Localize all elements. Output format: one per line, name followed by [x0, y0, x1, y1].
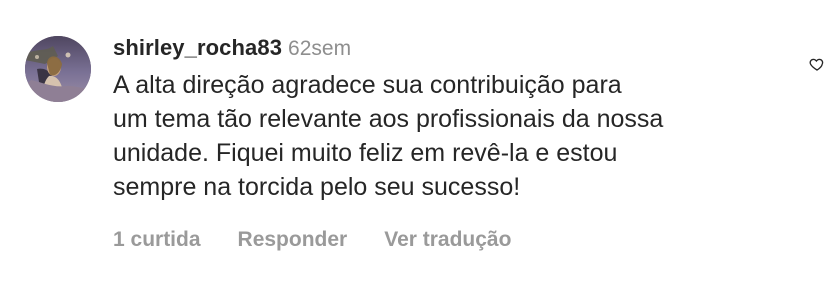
- avatar[interactable]: [25, 36, 91, 102]
- likes-count-button[interactable]: 1 curtida: [113, 228, 201, 252]
- reply-button[interactable]: Responder: [238, 228, 348, 252]
- comment-header: shirley_rocha83 62sem: [113, 32, 813, 64]
- timestamp: 62sem: [288, 37, 352, 60]
- comment-content: shirley_rocha83 62sem A alta direção agr…: [113, 32, 813, 255]
- username[interactable]: shirley_rocha83: [113, 32, 282, 64]
- comment-text: A alta direção agradece sua contribuição…: [113, 71, 664, 201]
- translate-button[interactable]: Ver tradução: [384, 228, 511, 252]
- comment: shirley_rocha83 62sem A alta direção agr…: [0, 0, 825, 291]
- like-button[interactable]: [809, 56, 825, 72]
- comment-actions: 1 curtida Responder Ver tradução: [113, 225, 813, 255]
- heart-icon: [809, 58, 824, 71]
